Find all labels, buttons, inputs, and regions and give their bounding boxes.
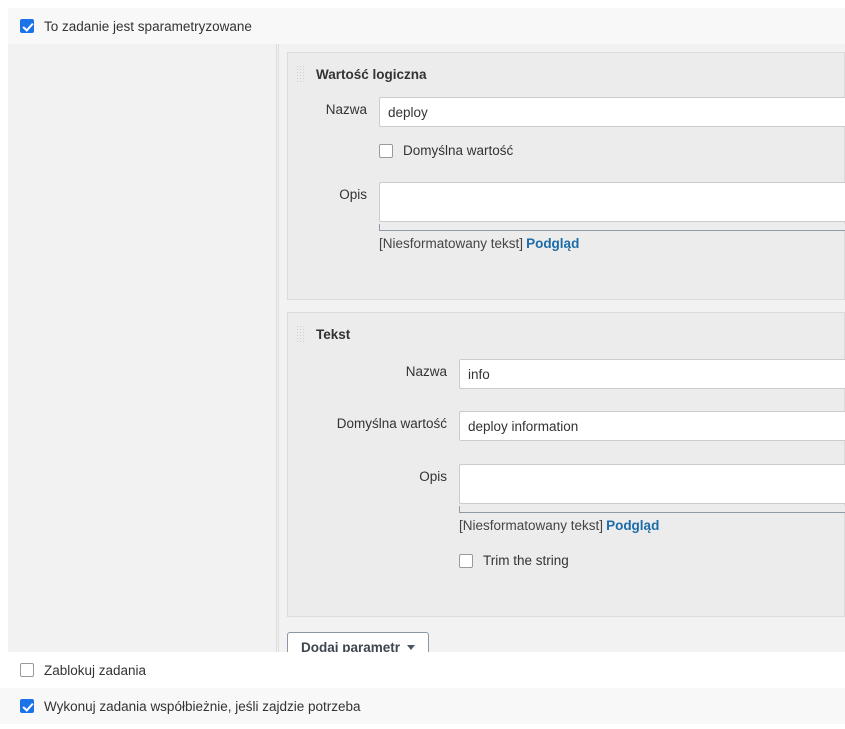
block-jobs-checkbox[interactable] <box>20 663 34 677</box>
concurrent-builds-label: Wykonuj zadania współbieżnie, jeśli zajd… <box>44 698 361 714</box>
field-row-name: Nazwa <box>288 349 845 395</box>
parameters-column: Wartość logiczna Nazwa Domyślna wartość <box>287 44 845 662</box>
default-value-input[interactable] <box>459 411 845 441</box>
default-checkbox-group: Domyślna wartość <box>379 143 513 162</box>
header-left-gutter <box>0 8 8 44</box>
drag-handle-icon[interactable] <box>296 65 306 83</box>
parameterized-label: To zadanie jest sparametryzowane <box>44 18 252 34</box>
field-row-description: Opis [Niesformatowany tekst] Podgląd <box>288 162 845 257</box>
parameter-block-header[interactable]: Wartość logiczna <box>288 53 844 89</box>
description-control: [Niesformatowany tekst] Podgląd <box>379 182 845 251</box>
name-label: Nazwa <box>405 364 447 379</box>
preview-link[interactable]: Podgląd <box>526 236 579 251</box>
concurrent-builds-checkbox[interactable] <box>20 699 34 713</box>
preview-link[interactable]: Podgląd <box>606 518 659 533</box>
trim-string-label: Trim the string <box>483 553 569 568</box>
trim-checkbox-group: Trim the string <box>459 533 845 572</box>
trim-string-checkbox[interactable] <box>459 553 473 568</box>
markup-type-hint: [Niesformatowany tekst] <box>379 236 524 251</box>
config-body: Wartość logiczna Nazwa Domyślna wartość <box>8 44 845 662</box>
block-jobs-label: Zablokuj zadania <box>44 662 147 678</box>
drag-handle-icon[interactable] <box>296 325 306 343</box>
default-value-checkbox[interactable] <box>379 143 393 158</box>
description-label: Opis <box>419 469 447 484</box>
field-row-default-value: Domyślna wartość <box>288 395 845 447</box>
concurrent-builds-row: Wykonuj zadania współbieżnie, jeśli zajd… <box>0 688 845 724</box>
description-textarea[interactable] <box>459 464 845 504</box>
textarea-resize-grip[interactable] <box>459 506 845 513</box>
default-value-label: Domyślna wartość <box>336 416 447 431</box>
parameter-type-title: Wartość logiczna <box>316 66 427 82</box>
bottom-options: Zablokuj zadania Wykonuj zadania współbi… <box>0 652 845 729</box>
parameter-block-boolean: Wartość logiczna Nazwa Domyślna wartość <box>287 52 845 300</box>
description-label: Opis <box>339 187 367 202</box>
field-row-name: Nazwa <box>288 89 845 133</box>
chevron-down-icon <box>407 644 416 650</box>
parameter-block-text: Tekst Nazwa Domyślna wartość Opis <box>287 312 845 617</box>
parameter-type-title: Tekst <box>316 326 351 342</box>
description-control: [Niesformatowany tekst] Podgląd Trim the … <box>459 464 845 572</box>
left-spacer-column <box>8 44 277 652</box>
default-value-control <box>459 411 845 441</box>
markup-hint-row: [Niesformatowany tekst] Podgląd <box>379 236 845 251</box>
parameter-block-header[interactable]: Tekst <box>288 313 844 349</box>
markup-type-hint: [Niesformatowany tekst] <box>459 518 604 533</box>
default-value-label: Domyślna wartość <box>403 143 514 158</box>
default-spacer <box>288 143 379 148</box>
parameterized-job-config-panel: To zadanie jest sparametryzowane Wartość… <box>0 0 845 729</box>
column-divider <box>278 44 287 652</box>
markup-hint-row: [Niesformatowany tekst] Podgląd <box>459 518 845 533</box>
textarea-resize-grip[interactable] <box>379 224 845 231</box>
field-row-default-boolean: Domyślna wartość <box>288 133 844 162</box>
name-input[interactable] <box>459 359 845 389</box>
parameterized-checkbox[interactable] <box>20 19 34 33</box>
name-input[interactable] <box>379 97 845 127</box>
parameterized-header-row: To zadanie jest sparametryzowane <box>8 8 845 44</box>
name-control <box>459 359 845 389</box>
name-control <box>379 97 845 127</box>
name-label: Nazwa <box>325 102 367 117</box>
block-jobs-row: Zablokuj zadania <box>0 652 845 688</box>
description-textarea[interactable] <box>379 182 845 222</box>
field-row-description: Opis [Niesformatowany tekst] Podgląd Trim… <box>288 447 845 578</box>
